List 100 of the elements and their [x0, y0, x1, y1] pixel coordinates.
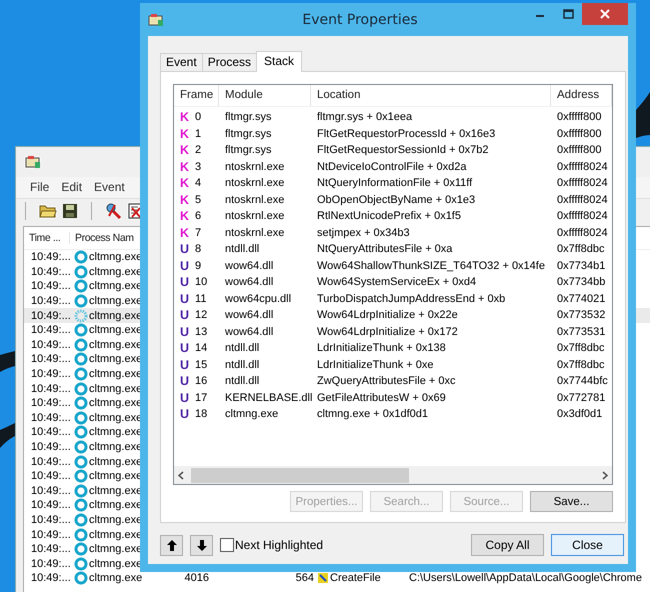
table-cell-text: 10:49:... — [30, 412, 72, 424]
table-cell-text: wow64.dll — [224, 276, 274, 288]
mode-letter: U — [180, 258, 190, 273]
table-cell-text: 0x772781 — [556, 392, 606, 404]
table-cell-text: setjmpex + 0x34b3 — [316, 226, 411, 239]
window-title: Event Properties — [301, 12, 419, 28]
table-cell-text: 0x7ff8dbc — [556, 358, 606, 371]
table-cell-text: 0x7744bfc — [556, 375, 609, 388]
table-cell: 12 — [195, 309, 208, 322]
table-cell: cltmng.exe — [89, 280, 142, 292]
mode-letter: U — [180, 341, 190, 356]
table-cell-text: FltGetRequestorProcessId + 0x16e3 — [316, 128, 496, 140]
table-cell: cltmng.exe — [89, 426, 142, 438]
table-cell-text: 10:49:... — [30, 543, 72, 556]
table-cell: cltmng.exe — [89, 470, 142, 482]
table-cell: cltmng.exe — [89, 558, 142, 570]
table-cell-text: 0xfffff8024 — [556, 210, 609, 222]
table-cell-text: wow64.dll — [224, 326, 274, 338]
table-cell-text: 0x7ff8dbc — [556, 243, 606, 256]
table-cell: cltmng.exe — [89, 543, 142, 556]
table-cell-text: 0xfffff8024 — [556, 177, 609, 190]
table-cell: cltmng.exe — [89, 484, 142, 497]
mode-letter: U — [180, 407, 190, 422]
table-cell-text: 10:49:... — [30, 295, 72, 308]
table-cell-text: NtQueryInformationFile + 0x11ff — [316, 177, 474, 190]
table-cell-text: 0x7734bb — [556, 276, 606, 288]
table-cell: 11 — [195, 292, 206, 305]
table-cell-text: KERNELBASE.dll — [224, 392, 311, 404]
mode-letter: K — [180, 209, 190, 224]
table-cell-text: 10:49:... — [30, 324, 72, 336]
table-cell: 13 — [195, 326, 208, 338]
table-cell: 16 — [195, 375, 208, 388]
table-cell-text: wow64.dll — [224, 260, 274, 272]
table-cell-text: 10:49:... — [30, 310, 72, 322]
mode-letter: U — [180, 324, 190, 339]
table-cell-text: ntoskrnl.exe — [224, 160, 286, 173]
mode-letter: K — [180, 226, 190, 240]
table-cell-text: NtDeviceIoControlFile + 0xd2a — [316, 160, 468, 173]
table-cell: CreateFile — [330, 572, 381, 584]
table-cell-text: ObOpenObjectByName + 0x1e3 — [316, 194, 476, 206]
table-cell-text: 10:49:... — [30, 528, 72, 541]
table-cell-text: 0xfffff8024 — [556, 160, 609, 173]
table-cell-text: 0x7ff8dbc — [556, 342, 606, 354]
table-cell-text: wow64cpu.dll — [224, 292, 292, 305]
mode-letter: K — [180, 192, 190, 207]
table-cell-text: 0xfffff800 — [556, 111, 602, 124]
table-cell-text: RtlNextUnicodePrefix + 0x1f5 — [316, 210, 462, 222]
table-cell-text: fltmgr.sys — [224, 128, 272, 140]
table-cell-text: fltmgr.sys — [224, 144, 272, 156]
table-cell: cltmng.exe — [89, 295, 142, 308]
table-cell-text: 10:49:... — [30, 572, 72, 584]
table-cell: cltmng.exe — [89, 251, 142, 264]
table-cell: cltmng.exe — [89, 572, 142, 584]
table-cell: cltmng.exe — [89, 456, 142, 468]
table-cell-text: 10:49:... — [30, 338, 72, 351]
table-cell: 0 — [195, 111, 202, 124]
table-cell: cltmng.exe — [89, 382, 142, 395]
table-cell-text: 0x773531 — [556, 326, 606, 338]
mode-letter: U — [180, 390, 190, 405]
table-cell-text: 0x7734b1 — [556, 260, 606, 272]
table-cell: 9 — [195, 260, 202, 272]
table-cell-text: fltmgr.sys + 0x1eea — [316, 111, 414, 124]
table-cell: cltmng.exe — [89, 412, 142, 424]
table-cell: 6 — [195, 210, 202, 222]
table-cell-text: 10:49:... — [30, 368, 72, 380]
table-cell-text: ntdll.dll — [224, 243, 260, 256]
table-cell-text: fltmgr.sys — [224, 111, 272, 124]
table-cell-text: 0xfffff8024 — [556, 194, 609, 206]
table-cell-text: Wow64ShallowThunkSIZE_T64TO32 + 0x14fe — [316, 260, 546, 272]
table-cell-text: 10:49:... — [30, 251, 72, 264]
table-cell-text: 0xfffff800 — [556, 144, 602, 156]
table-cell: cltmng.exe — [89, 528, 142, 541]
table-cell-text: GetFileAttributesW + 0x69 — [316, 392, 447, 404]
table-cell: cltmng.exe — [89, 441, 142, 454]
table-cell-text: cltmng.exe + 0x1df0d1 — [316, 408, 429, 420]
table-cell: cltmng.exe — [89, 353, 142, 366]
table-cell-text: cltmng.exe — [224, 408, 280, 420]
table-cell: 17 — [195, 392, 208, 404]
table-cell-text: ntoskrnl.exe — [224, 194, 286, 206]
table-cell-text: 4016 — [184, 572, 209, 584]
mode-letter: K — [180, 143, 190, 158]
table-cell-text: 0xfffff800 — [556, 128, 602, 140]
table-cell: 2 — [195, 144, 202, 156]
table-cell-text: 10:49:... — [30, 441, 72, 454]
table-cell-text: Wow64LdrpInitialize + 0x172 — [316, 326, 459, 338]
mode-letter: U — [180, 242, 190, 256]
table-cell-text: 0x774021 — [556, 292, 606, 305]
table-cell: cltmng.exe — [89, 514, 142, 526]
table-cell: cltmng.exe — [89, 324, 142, 336]
table-cell-text: 0x773532 — [556, 309, 606, 322]
table-cell: cltmng.exe — [89, 310, 142, 322]
mode-letter: U — [180, 358, 190, 372]
table-cell-text: 10:49:... — [30, 353, 72, 366]
table-cell: 3 — [195, 160, 202, 173]
mode-letter: K — [180, 110, 190, 124]
table-cell-text: LdrInitializeThunk + 0x138 — [316, 342, 447, 354]
table-cell: 15 — [195, 358, 208, 371]
table-cell-text: 0xfffff8024 — [556, 226, 609, 239]
table-cell-text: ntoskrnl.exe — [224, 210, 286, 222]
table-cell-text: 10:49:... — [30, 426, 72, 438]
